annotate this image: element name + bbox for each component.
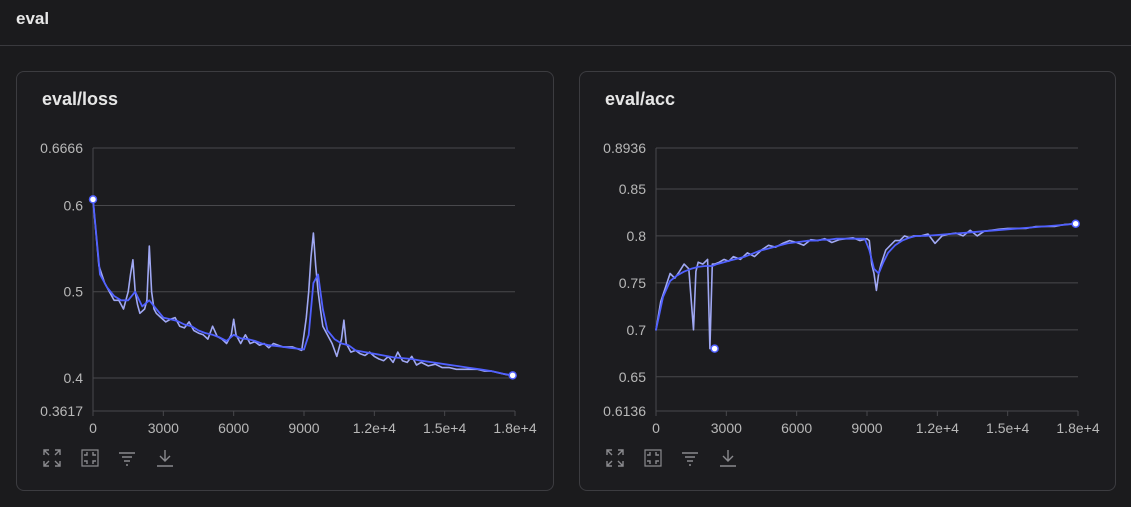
fit-icon[interactable] (79, 447, 101, 469)
filter-icon[interactable] (679, 447, 701, 469)
y-tick-label: 0.6136 (603, 403, 646, 419)
y-tick-label: 0.3617 (40, 403, 83, 419)
y-tick-label: 0.7 (627, 322, 647, 338)
section-header: eval (0, 0, 1131, 46)
data-point-marker (710, 344, 719, 353)
expand-icon[interactable] (604, 447, 626, 469)
x-tick-label: 9000 (288, 420, 319, 436)
x-tick-label: 1.2e+4 (916, 420, 959, 436)
y-tick-label: 0.85 (619, 181, 646, 197)
y-tick-label: 0.8 (627, 228, 647, 244)
y-tick-label: 0.6 (64, 197, 84, 213)
download-icon[interactable] (717, 447, 739, 469)
fit-icon[interactable] (642, 447, 664, 469)
chart-eval-loss[interactable]: 0.3617 0.4 0.5 0.6 0.6666 0 3000 6000 9000 1.2e+4… (17, 72, 555, 442)
chart-card-eval-acc: eval/acc 0.6136 0.65 0.7 0.75 0.8 0.85 0.8936 0… (579, 71, 1116, 491)
x-tick-label: 9000 (851, 420, 882, 436)
y-tick-label: 0.4 (64, 370, 84, 386)
y-tick-label: 0.5 (64, 284, 84, 300)
chart-card-eval-loss: eval/loss 0.3617 0.4 0.5 0.6 0.6666 0 3000 6000… (16, 71, 554, 491)
x-tick-label: 1.8e+4 (1056, 420, 1099, 436)
y-tick-label: 0.65 (619, 369, 646, 385)
series-line-smoothed (92, 198, 514, 377)
y-tick-label: 0.75 (619, 275, 646, 291)
expand-icon[interactable] (41, 447, 63, 469)
x-tick-label: 1.5e+4 (986, 420, 1029, 436)
x-tick-label: 3000 (711, 420, 742, 436)
x-tick-label: 6000 (781, 420, 812, 436)
x-tick-label: 0 (89, 420, 97, 436)
y-tick-label: 0.6666 (40, 140, 83, 156)
data-point-marker (1071, 219, 1080, 228)
data-point-marker (508, 371, 517, 380)
series-line-smoothed (655, 222, 1077, 331)
chart-eval-acc[interactable]: 0.6136 0.65 0.7 0.75 0.8 0.85 0.8936 0 3000 6000 9… (580, 72, 1117, 442)
data-point-marker (88, 195, 98, 204)
section-title[interactable]: eval (16, 9, 49, 29)
x-tick-label: 3000 (148, 420, 179, 436)
x-tick-label: 1.2e+4 (353, 420, 396, 436)
x-tick-label: 1.5e+4 (423, 420, 466, 436)
x-tick-label: 6000 (218, 420, 249, 436)
download-icon[interactable] (154, 447, 176, 469)
x-tick-label: 1.8e+4 (493, 420, 536, 436)
y-tick-label: 0.8936 (603, 140, 646, 156)
filter-icon[interactable] (116, 447, 138, 469)
x-tick-label: 0 (652, 420, 660, 436)
